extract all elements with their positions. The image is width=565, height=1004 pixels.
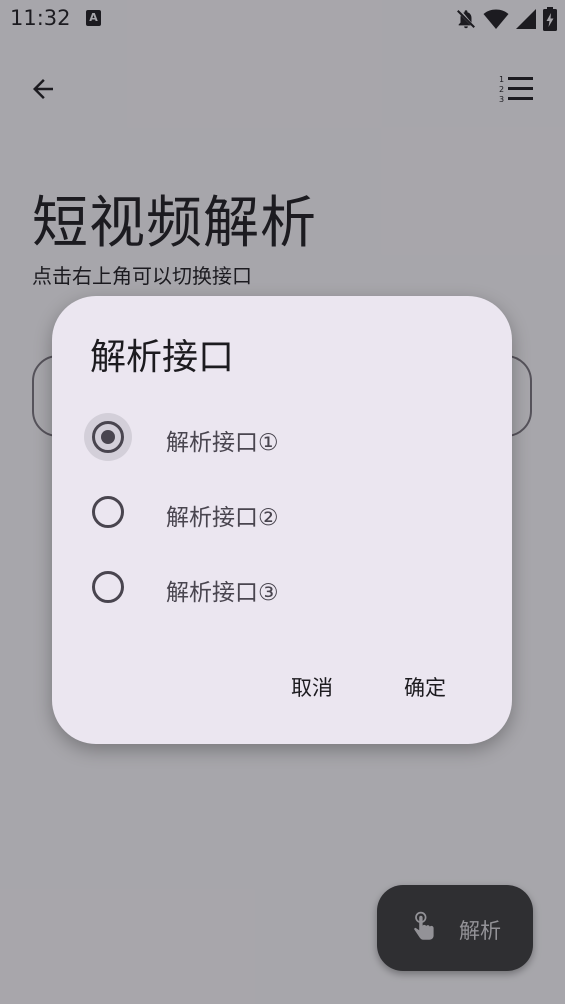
dialog-title: 解析接口 — [90, 337, 235, 378]
option-label: 解析接口③ — [166, 580, 279, 606]
option-label: 解析接口① — [166, 430, 279, 456]
radio-button-selected[interactable] — [92, 421, 124, 453]
option-label: 解析接口② — [166, 505, 279, 531]
radio-button[interactable] — [92, 571, 124, 603]
option-interface-2[interactable]: 解析接口② — [82, 482, 482, 544]
option-interface-1[interactable]: 解析接口① — [82, 407, 482, 469]
radio-button[interactable] — [92, 496, 124, 528]
interface-dialog: 解析接口 解析接口① 解析接口② 解析接口③ 取消 确定 — [52, 296, 512, 744]
option-interface-3[interactable]: 解析接口③ — [82, 557, 482, 619]
confirm-button[interactable]: 确定 — [400, 670, 450, 704]
cancel-button[interactable]: 取消 — [287, 670, 337, 704]
